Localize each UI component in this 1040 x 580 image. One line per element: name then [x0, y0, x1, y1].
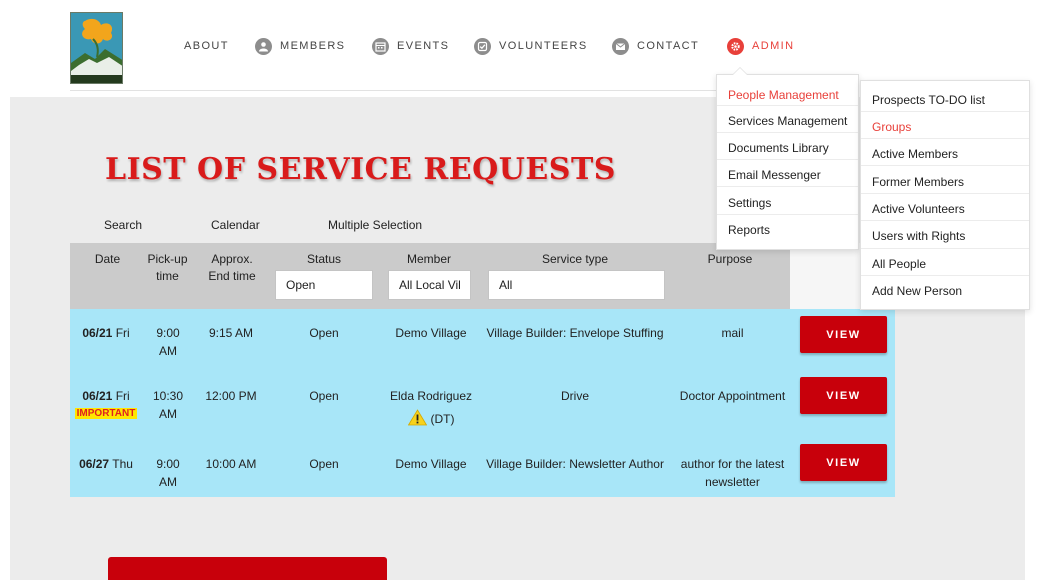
nav-admin-label: ADMIN [752, 40, 795, 52]
subnav-calendar[interactable]: Calendar [211, 218, 260, 232]
row-service-type: Drive [560, 389, 589, 403]
menu-item-people-management[interactable]: People Management [717, 88, 858, 102]
submenu-item-users-with-rights[interactable]: Users with Rights [861, 229, 1029, 243]
menu-divider [861, 220, 1029, 221]
menu-divider [861, 275, 1029, 276]
check-icon [474, 37, 491, 55]
row-service-type: Village Builder: Envelope Stuffing [486, 326, 664, 340]
menu-divider [861, 138, 1029, 139]
subnav-multiple-selection[interactable]: Multiple Selection [328, 218, 422, 232]
row-purpose: author for the latest newsletter [680, 457, 785, 489]
row-purpose: Doctor Appointment [679, 389, 786, 403]
person-icon [255, 37, 272, 55]
row-status: Open [309, 326, 339, 340]
menu-divider [861, 111, 1029, 112]
row-date: 06/21 Fri [82, 389, 130, 403]
row-pickup-time: 9:00 AM [156, 457, 180, 489]
calendar-icon [372, 37, 389, 55]
row-status: Open [309, 457, 339, 471]
warning-icon [407, 409, 427, 431]
nav-contact[interactable]: CONTACT [612, 36, 699, 56]
view-button[interactable]: VIEW [800, 444, 887, 481]
menu-item-services-management[interactable]: Services Management [717, 114, 858, 128]
row-date: 06/21 Fri [82, 326, 130, 340]
row-end-time: 9:15 AM [208, 326, 254, 340]
row-date: 06/27 Thu [79, 457, 133, 471]
submenu-item-groups[interactable]: Groups [861, 120, 1029, 134]
requests-table-body: 06/21 Fri 9:00 AM 9:15 AM Open Demo Vill… [70, 309, 895, 497]
nav-members-label: MEMBERS [280, 40, 346, 52]
status-filter-select[interactable]: Open [275, 270, 373, 300]
header-purpose: Purpose [707, 252, 753, 266]
row-member[interactable]: Elda Rodriguez [385, 387, 477, 405]
header-status: Status [306, 252, 342, 266]
row-pickup-time: 9:00 AM [156, 326, 180, 358]
menu-divider [861, 193, 1029, 194]
menu-item-settings[interactable]: Settings [717, 196, 858, 210]
row-member[interactable]: Demo Village [385, 324, 477, 342]
submenu-item-active-volunteers[interactable]: Active Volunteers [861, 202, 1029, 216]
add-request-button[interactable] [108, 557, 387, 580]
admin-dropdown-menu: People Management Services Management Do… [716, 67, 859, 250]
menu-divider [861, 248, 1029, 249]
nav-events-label: EVENTS [397, 40, 450, 52]
submenu-item-prospects-todo[interactable]: Prospects TO-DO list [861, 93, 1029, 107]
header-pickup-time: Pick-up time [147, 252, 188, 283]
nav-about[interactable]: ABOUT [184, 36, 229, 56]
header-member: Member [406, 252, 451, 266]
menu-item-email-messenger[interactable]: Email Messenger [717, 168, 858, 182]
nav-members[interactable]: MEMBERS [255, 36, 345, 56]
menu-divider [717, 105, 858, 106]
envelope-icon [612, 37, 629, 55]
important-badge: IMPORTANT [74, 408, 138, 419]
header-end-time: Approx. End time [208, 252, 256, 283]
member-filter-select[interactable]: All Local Vil [388, 270, 471, 300]
gear-icon [727, 37, 744, 55]
submenu-item-all-people[interactable]: All People [861, 257, 1029, 271]
row-pickup-time: 10:30 AM [152, 389, 184, 421]
row-end-time: 12:00 PM [205, 389, 257, 403]
header-date: Date [94, 252, 121, 266]
submenu-item-former-members[interactable]: Former Members [861, 175, 1029, 189]
menu-divider [717, 214, 858, 215]
menu-item-reports[interactable]: Reports [717, 223, 858, 237]
row-end-time: 10:00 AM [205, 457, 257, 471]
submenu-item-active-members[interactable]: Active Members [861, 147, 1029, 161]
menu-divider [717, 132, 858, 133]
menu-item-documents-library[interactable]: Documents Library [717, 141, 858, 155]
menu-divider [717, 186, 858, 187]
header-service-type: Service type [541, 252, 609, 266]
row-purpose: mail [721, 326, 744, 340]
service-type-filter-select[interactable]: All [488, 270, 665, 300]
view-button[interactable]: VIEW [800, 377, 887, 414]
nav-volunteers-label: VOLUNTEERS [499, 40, 588, 52]
submenu-item-add-new-person[interactable]: Add New Person [861, 284, 1029, 298]
site-logo[interactable] [70, 12, 123, 84]
menu-divider [861, 165, 1029, 166]
people-submenu: Prospects TO-DO list Groups Active Membe… [860, 80, 1030, 310]
page-title: LIST OF SERVICE REQUESTS [105, 152, 616, 187]
header-divider [70, 90, 730, 91]
row-status: Open [309, 389, 339, 403]
nav-about-label: ABOUT [184, 40, 229, 52]
subnav-search[interactable]: Search [104, 218, 142, 232]
nav-admin[interactable]: ADMIN [727, 36, 794, 56]
view-button[interactable]: VIEW [800, 316, 887, 353]
row-member[interactable]: Demo Village [385, 455, 477, 473]
member-warning: (DT) [385, 409, 477, 431]
row-service-type: Village Builder: Newsletter Author [486, 457, 664, 471]
nav-events[interactable]: EVENTS [372, 36, 449, 56]
nav-contact-label: CONTACT [637, 40, 700, 52]
nav-volunteers[interactable]: VOLUNTEERS [474, 36, 588, 56]
menu-divider [717, 159, 858, 160]
